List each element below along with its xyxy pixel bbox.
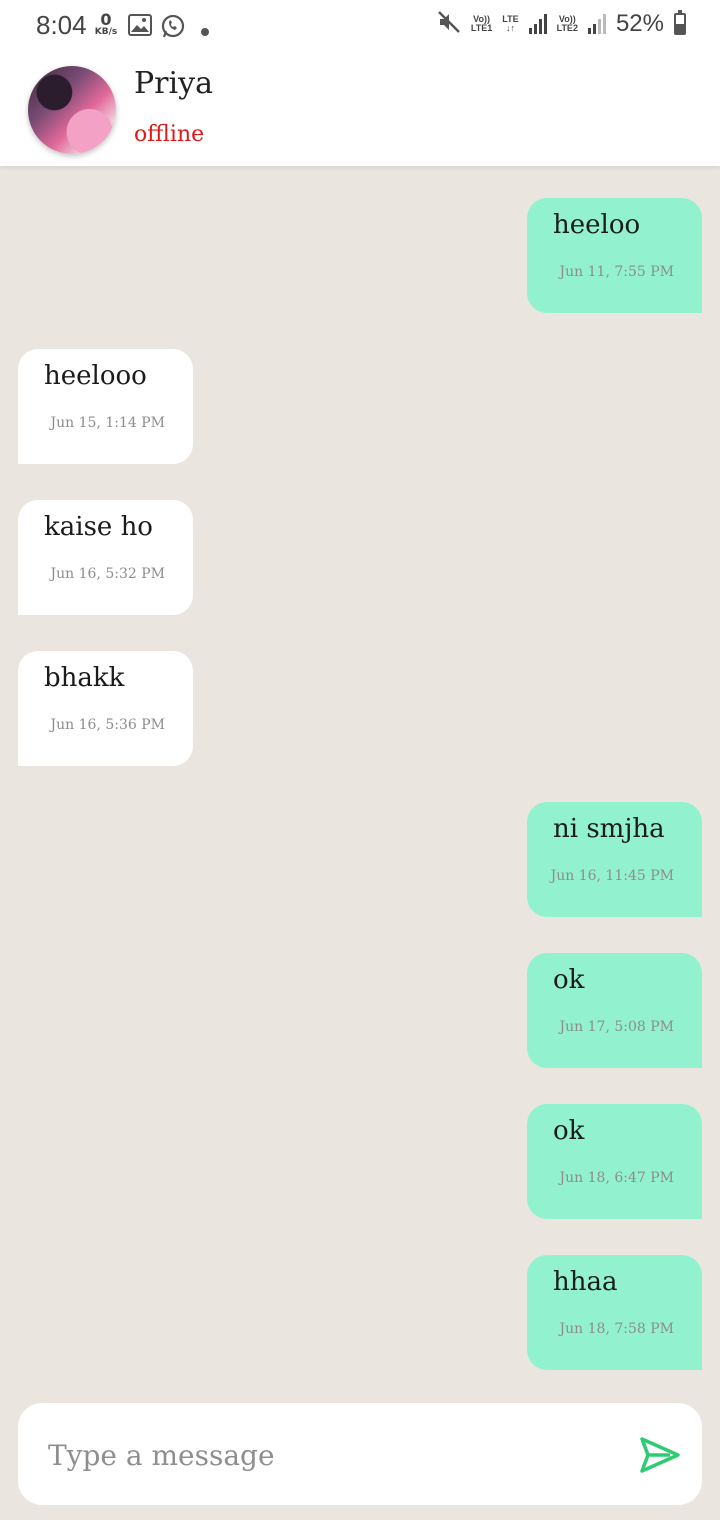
contact-name[interactable]: Priya — [134, 66, 213, 101]
message-composer — [18, 1403, 702, 1505]
message-bubble-outgoing[interactable]: hhaa Jun 18, 7:58 PM — [527, 1255, 702, 1370]
message-time: Jun 17, 5:08 PM — [559, 1019, 674, 1035]
message-text: heelooo — [44, 361, 147, 391]
signal-icon — [528, 14, 547, 34]
image-icon — [128, 14, 152, 40]
battery-icon — [674, 10, 686, 35]
message-text: ok — [553, 965, 585, 995]
message-time: Jun 16, 5:36 PM — [50, 717, 165, 733]
message-input[interactable] — [46, 1429, 610, 1481]
message-text: ok — [553, 1116, 585, 1146]
message-bubble-outgoing[interactable]: ni smjha Jun 16, 11:45 PM — [527, 802, 702, 917]
chat-header: Priya offline — [0, 54, 720, 166]
network-lte1: Vo)) LTE1 — [471, 15, 492, 33]
message-time: Jun 18, 7:58 PM — [559, 1321, 674, 1337]
message-time: Jun 18, 6:47 PM — [559, 1170, 674, 1186]
message-bubble-outgoing[interactable]: heeloo Jun 11, 7:55 PM — [527, 198, 702, 313]
battery-percent: 52% — [615, 10, 664, 37]
message-time: Jun 11, 7:55 PM — [559, 264, 674, 280]
message-bubble-incoming[interactable]: kaise ho Jun 16, 5:32 PM — [18, 500, 193, 615]
dot-icon — [200, 22, 210, 41]
message-list[interactable]: heeloo Jun 11, 7:55 PM heelooo Jun 15, 1… — [0, 166, 720, 1386]
whatsapp-icon — [160, 14, 186, 44]
battery-fill — [676, 23, 684, 33]
send-icon — [640, 1437, 680, 1473]
mute-icon — [437, 10, 461, 38]
status-bar: 8:04 0 KB/s Vo)) LTE1 LTE ↓↑ Vo)) LTE2 5… — [0, 0, 720, 54]
network-lte2: Vo)) LTE2 — [557, 15, 578, 33]
status-right: Vo)) LTE1 LTE ↓↑ Vo)) LTE2 52% — [437, 10, 686, 38]
message-bubble-outgoing[interactable]: ok Jun 17, 5:08 PM — [527, 953, 702, 1068]
network-lte: LTE ↓↑ — [502, 15, 518, 33]
data-arrows-icon: ↓↑ — [505, 23, 515, 33]
message-text: ni smjha — [553, 814, 665, 844]
message-time: Jun 16, 11:45 PM — [550, 868, 674, 884]
message-time: Jun 16, 5:32 PM — [50, 566, 165, 582]
network-speed-value: 0 — [100, 10, 112, 29]
network3-bottom: LTE2 — [556, 23, 578, 33]
message-text: kaise ho — [44, 512, 153, 542]
signal-icon — [587, 14, 606, 34]
network-speed-unit: KB/s — [94, 27, 118, 37]
send-button[interactable] — [640, 1437, 680, 1473]
message-text: hhaa — [553, 1267, 618, 1297]
network1-bottom: LTE1 — [470, 23, 493, 33]
message-text: heeloo — [553, 210, 641, 240]
message-bubble-incoming[interactable]: heelooo Jun 15, 1:14 PM — [18, 349, 193, 464]
contact-status: offline — [134, 122, 205, 147]
network-speed: 0 KB/s — [92, 12, 120, 37]
message-time: Jun 15, 1:14 PM — [50, 415, 165, 431]
message-text: bhakk — [44, 663, 125, 693]
message-bubble-outgoing[interactable]: ok Jun 18, 6:47 PM — [527, 1104, 702, 1219]
avatar[interactable] — [28, 66, 116, 154]
message-bubble-incoming[interactable]: bhakk Jun 16, 5:36 PM — [18, 651, 193, 766]
status-time: 8:04 — [36, 10, 87, 40]
